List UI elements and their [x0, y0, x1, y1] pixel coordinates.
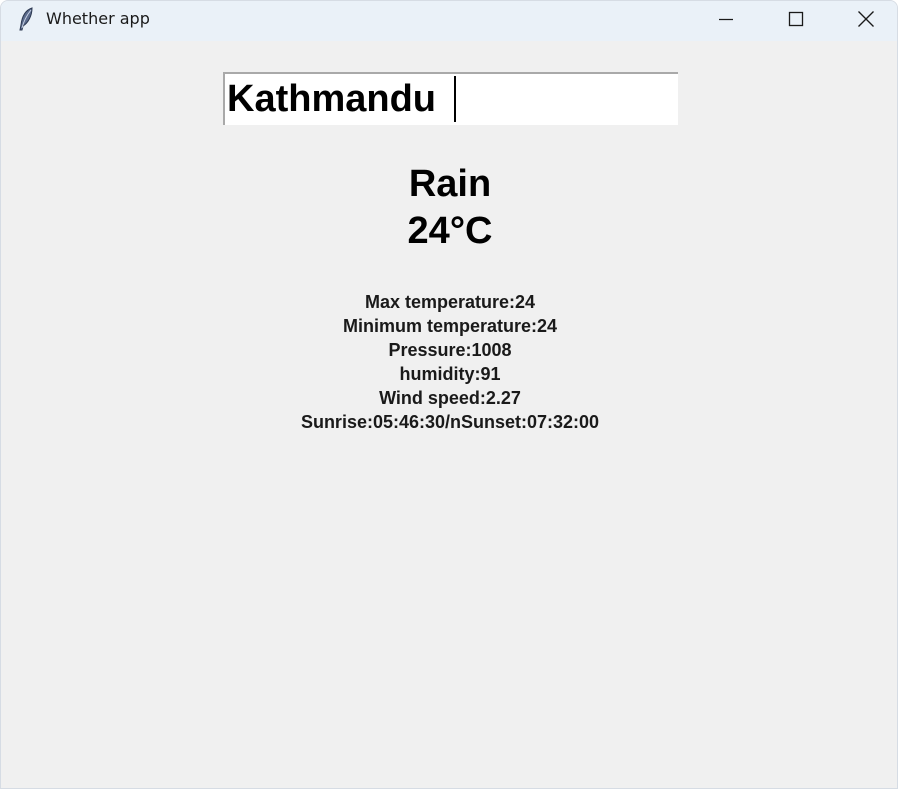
- text-cursor: [454, 76, 456, 122]
- maximize-button[interactable]: [761, 1, 831, 37]
- city-search-input[interactable]: [223, 72, 678, 125]
- minimize-button[interactable]: [691, 1, 761, 37]
- current-temperature: 24°C: [407, 210, 493, 252]
- weather-condition: Rain: [408, 163, 492, 205]
- maximize-icon: [788, 11, 804, 27]
- close-button[interactable]: [831, 1, 897, 37]
- humidity: humidity:91: [399, 364, 501, 384]
- feather-icon: [17, 7, 35, 31]
- close-icon: [858, 11, 874, 27]
- sunrise-sunset: Sunrise:05:46:30/nSunset:07:32:00: [300, 412, 600, 432]
- wind-speed: Wind speed:2.27: [379, 388, 521, 408]
- max-temperature: Max temperature:24: [364, 292, 536, 312]
- title-bar[interactable]: Whether app: [1, 1, 897, 41]
- min-temperature: Minimum temperature:24: [342, 316, 558, 336]
- app-window: Whether app Rain 24°C Max temperature:24…: [0, 0, 898, 789]
- weather-details: Max temperature:24 Minimum temperature:2…: [1, 290, 897, 434]
- minimize-icon: [719, 18, 733, 21]
- pressure: Pressure:1008: [388, 340, 512, 360]
- window-title: Whether app: [46, 9, 150, 28]
